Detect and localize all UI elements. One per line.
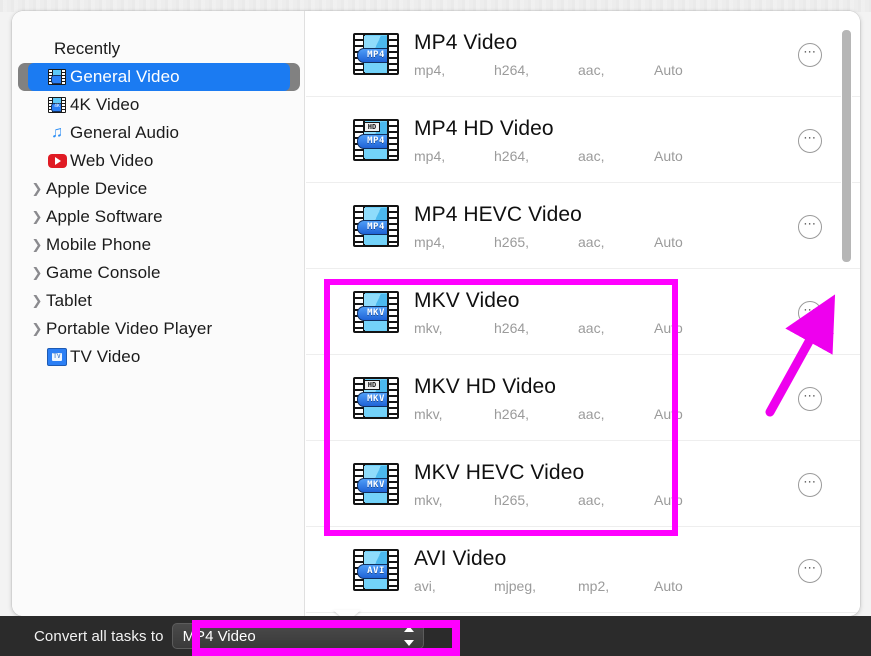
format-title: AVI Video	[414, 546, 507, 570]
sidebar-item-label: TV Video	[70, 347, 141, 366]
sidebar-item-web-video[interactable]: Web Video	[28, 147, 290, 175]
row-more-button[interactable]: ⋯	[798, 214, 822, 239]
format-quality: Auto	[654, 147, 683, 164]
format-title: MP4 Video	[414, 30, 518, 54]
ellipsis-icon: ⋯	[803, 130, 817, 145]
format-container: mp4,	[414, 233, 446, 250]
format-audio-codec: aac,	[578, 61, 605, 78]
sidebar-item-apple-software[interactable]: ❯ Apple Software	[28, 203, 290, 231]
ellipsis-icon: ⋯	[803, 474, 817, 489]
ellipsis-icon: ⋯	[803, 44, 817, 59]
sidebar-item-label: Recently	[54, 39, 121, 58]
chevron-right-icon[interactable]: ❯	[28, 293, 46, 309]
sidebar-item-label: General Audio	[70, 123, 180, 142]
format-meta: mp4, h264, aac, Auto	[414, 148, 860, 164]
screen-root: Recently General Video 4K 4K Video ♫ Gen…	[0, 0, 871, 656]
list-scrollbar-thumb[interactable]	[841, 29, 852, 263]
sidebar-item-general-audio[interactable]: ♫ General Audio	[28, 119, 290, 147]
format-video-codec: h264,	[494, 61, 530, 78]
format-container: mp4,	[414, 61, 446, 78]
youtube-icon	[46, 154, 68, 168]
hd-badge: HD	[364, 121, 380, 132]
format-container: mp4,	[414, 147, 446, 164]
format-video-codec: h265,	[494, 233, 530, 250]
tv-badge: TV	[52, 353, 62, 361]
row-more-button[interactable]: ⋯	[798, 472, 822, 497]
format-audio-codec: aac,	[578, 147, 605, 164]
sidebar-item-label: Portable Video Player	[46, 319, 213, 338]
music-note-icon: ♫	[50, 124, 64, 141]
format-container: avi,	[414, 577, 436, 594]
category-sidebar[interactable]: Recently General Video 4K 4K Video ♫ Gen…	[12, 11, 305, 616]
row-texts: MP4 Video mp4, h264, aac, Auto	[404, 30, 860, 78]
sidebar-item-4k-video[interactable]: 4K 4K Video	[28, 91, 290, 119]
ellipsis-icon: ⋯	[803, 560, 817, 575]
chevron-right-icon[interactable]: ❯	[28, 321, 46, 337]
sidebar-item-general-video[interactable]: General Video	[18, 63, 300, 91]
avi-format-icon: AVI	[348, 548, 404, 591]
format-audio-codec: aac,	[578, 233, 605, 250]
format-title: MP4 HD Video	[414, 116, 554, 140]
table-row[interactable]: AVI AVI Video avi, mjpeg, mp2, Auto ⋯	[306, 527, 860, 613]
format-icon-badge: MP4	[357, 133, 395, 149]
format-title: MP4 HEVC Video	[414, 202, 582, 226]
row-texts: MP4 HEVC Video mp4, h265, aac, Auto	[404, 202, 860, 250]
film-icon	[46, 69, 68, 85]
sidebar-item-label: 4K Video	[70, 95, 140, 114]
annotation-arrow	[765, 294, 836, 417]
sidebar-item-label: Tablet	[46, 291, 92, 310]
sidebar-item-mobile-phone[interactable]: ❯ Mobile Phone	[28, 231, 290, 259]
format-audio-codec: mp2,	[578, 577, 610, 594]
format-quality: Auto	[654, 577, 683, 594]
row-texts: MP4 HD Video mp4, h264, aac, Auto	[404, 116, 860, 164]
table-row[interactable]: HD MP4 MP4 HD Video mp4, h264, aac, Auto…	[306, 97, 860, 183]
sidebar-item-label: Game Console	[46, 263, 161, 282]
format-meta: mp4, h265, aac, Auto	[414, 234, 860, 250]
sidebar-item-label: Mobile Phone	[46, 235, 152, 254]
film-4k-icon: 4K	[46, 97, 68, 113]
row-texts: AVI Video avi, mjpeg, mp2, Auto	[404, 546, 860, 594]
format-quality: Auto	[654, 233, 683, 250]
chevron-right-icon[interactable]: ❯	[28, 181, 46, 197]
table-row[interactable]: MP4 MP4 Video mp4, h264, aac, Auto ⋯	[306, 11, 860, 97]
sidebar-item-portable-video-player[interactable]: ❯ Portable Video Player	[28, 315, 290, 343]
ellipsis-icon: ⋯	[803, 216, 817, 231]
film-4k-badge: 4K	[51, 103, 63, 112]
sidebar-item-label: Apple Software	[46, 207, 163, 226]
sidebar-item-label: Apple Device	[46, 179, 148, 198]
chevron-right-icon[interactable]: ❯	[28, 209, 46, 225]
sidebar-item-recently[interactable]: Recently	[12, 35, 304, 63]
sidebar-item-tablet[interactable]: ❯ Tablet	[28, 287, 290, 315]
format-video-codec: mjpeg,	[494, 577, 537, 594]
sidebar-item-label: Web Video	[70, 151, 154, 170]
format-select-highlight	[192, 620, 460, 656]
format-icon-badge: AVI	[357, 563, 395, 579]
format-icon-badge: MP4	[357, 47, 395, 63]
format-meta: mp4, h264, aac, Auto	[414, 62, 860, 78]
mkv-group-highlight	[324, 279, 678, 536]
format-icon-badge: MP4	[357, 219, 395, 235]
sidebar-item-apple-device[interactable]: ❯ Apple Device	[28, 175, 290, 203]
sidebar-item-game-console[interactable]: ❯ Game Console	[28, 259, 290, 287]
sidebar-item-tv-video[interactable]: TV TV Video	[28, 343, 290, 371]
chevron-right-icon[interactable]: ❯	[28, 265, 46, 281]
sidebar-item-label: General Video	[70, 67, 180, 86]
table-row[interactable]: MP4 MP4 HEVC Video mp4, h265, aac, Auto …	[306, 183, 860, 269]
chevron-right-icon[interactable]: ❯	[28, 237, 46, 253]
convert-all-tasks-label: Convert all tasks to	[34, 627, 164, 645]
format-quality: Auto	[654, 61, 683, 78]
row-more-button[interactable]: ⋯	[798, 42, 822, 67]
row-more-button[interactable]: ⋯	[798, 558, 822, 583]
mp4-hd-format-icon: HD MP4	[348, 118, 404, 161]
tv-icon: TV	[46, 348, 68, 366]
mp4-format-icon: MP4	[348, 32, 404, 75]
format-meta: avi, mjpeg, mp2, Auto	[414, 578, 860, 594]
row-more-button[interactable]: ⋯	[798, 128, 822, 153]
format-video-codec: h264,	[494, 147, 530, 164]
mp4-hevc-format-icon: MP4	[348, 204, 404, 247]
